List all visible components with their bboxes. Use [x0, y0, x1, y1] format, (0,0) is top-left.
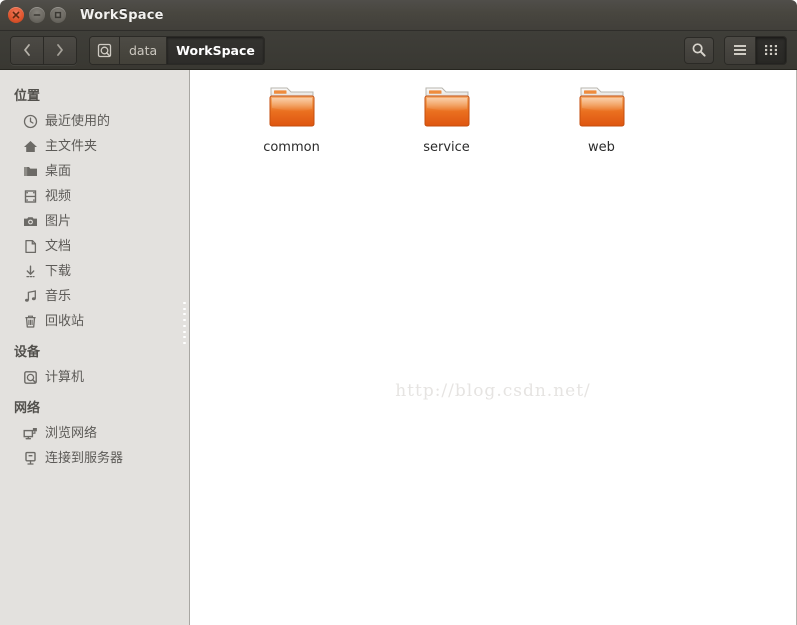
sidebar-item-label: 下载 [45, 264, 72, 279]
file-content-area[interactable]: common service web http://blog.csdn.net/ [190, 70, 797, 625]
sidebar-item-label: 图片 [45, 214, 72, 229]
trash-icon [22, 314, 38, 330]
breadcrumb-item-workspace[interactable]: WorkSpace [167, 36, 264, 64]
folder-icon [417, 82, 477, 134]
download-icon [22, 264, 38, 280]
sidebar-item-downloads[interactable]: 下载 [0, 259, 189, 284]
server-connect-icon [22, 451, 38, 467]
sidebar-item-home[interactable]: 主文件夹 [0, 134, 189, 159]
toolbar: data WorkSpace [0, 31, 797, 70]
music-icon [22, 289, 38, 305]
file-item-service[interactable]: service [369, 78, 524, 155]
sidebar-item-desktop[interactable]: 桌面 [0, 159, 189, 184]
document-icon [22, 239, 38, 255]
sidebar-section-devices-title: 设备 [14, 345, 41, 360]
sidebar-item-label: 最近使用的 [45, 114, 111, 129]
sidebar-item-label: 音乐 [45, 289, 72, 304]
view-mode-group [724, 35, 787, 65]
disk-icon [97, 43, 112, 57]
file-item-label: service [423, 140, 470, 155]
sidebar-item-computer[interactable]: 计算机 [0, 365, 189, 390]
sidebar-item-label: 回收站 [45, 314, 85, 329]
computer-icon [22, 370, 38, 386]
close-button[interactable] [8, 7, 24, 23]
sidebar-item-music[interactable]: 音乐 [0, 284, 189, 309]
breadcrumb-item-data[interactable]: data [120, 36, 168, 64]
folder-icon [262, 82, 322, 134]
window-controls [8, 7, 66, 23]
film-icon [22, 189, 38, 205]
sidebar-item-pictures[interactable]: 图片 [0, 209, 189, 234]
sidebar-item-connect-server[interactable]: 连接到服务器 [0, 446, 189, 471]
sidebar-item-videos[interactable]: 视频 [0, 184, 189, 209]
window-body: 位置 最近使用的 主文件夹 桌面 视频 图片 文档 下载 音乐 回收站 设备 计… [0, 70, 797, 625]
sidebar-item-label: 计算机 [45, 370, 85, 385]
navigation-buttons [10, 35, 77, 65]
grid-view-button[interactable] [756, 36, 786, 64]
file-item-label: common [263, 140, 320, 155]
file-item-label: web [588, 140, 615, 155]
icon-grid: common service web [190, 70, 796, 155]
sidebar-item-label: 桌面 [45, 164, 72, 179]
sidebar-item-documents[interactable]: 文档 [0, 234, 189, 259]
grid-view-icon [765, 45, 777, 55]
sidebar: 位置 最近使用的 主文件夹 桌面 视频 图片 文档 下载 音乐 回收站 设备 计… [0, 70, 189, 625]
sidebar-section-network-title: 网络 [14, 401, 41, 416]
minimize-button[interactable] [29, 7, 45, 23]
search-icon [692, 43, 706, 57]
camera-icon [22, 214, 38, 230]
network-browse-icon [22, 426, 38, 442]
sidebar-item-label: 文档 [45, 239, 72, 254]
sidebar-item-label: 连接到服务器 [45, 451, 124, 466]
list-view-icon [734, 45, 746, 55]
watermark-text: http://blog.csdn.net/ [395, 381, 591, 401]
file-manager-window: WorkSpace data WorkSpace 位置 最近使用的 主文件夹 桌… [0, 0, 797, 625]
sidebar-item-label: 视频 [45, 189, 72, 204]
search-button[interactable] [684, 36, 714, 64]
sidebar-item-recent[interactable]: 最近使用的 [0, 109, 189, 134]
forward-button[interactable] [44, 36, 76, 64]
home-icon [22, 139, 38, 155]
breadcrumb: data WorkSpace [89, 35, 265, 65]
clock-icon [22, 114, 38, 130]
folder-icon [22, 164, 38, 180]
sidebar-section-places-title: 位置 [14, 89, 41, 104]
title-bar: WorkSpace [0, 0, 797, 31]
window-title: WorkSpace [80, 7, 164, 23]
sidebar-item-label: 浏览网络 [45, 426, 98, 441]
sidebar-item-browse-network[interactable]: 浏览网络 [0, 421, 189, 446]
folder-icon [572, 82, 632, 134]
sidebar-item-trash[interactable]: 回收站 [0, 309, 189, 334]
breadcrumb-item-disk[interactable] [90, 36, 120, 64]
chevron-left-icon [24, 44, 30, 56]
maximize-button[interactable] [50, 7, 66, 23]
back-button[interactable] [11, 36, 44, 64]
file-item-common[interactable]: common [214, 78, 369, 155]
sidebar-item-label: 主文件夹 [45, 139, 98, 154]
file-item-web[interactable]: web [524, 78, 679, 155]
chevron-right-icon [57, 44, 63, 56]
list-view-button[interactable] [725, 36, 756, 64]
sidebar-resize-grip[interactable] [183, 302, 186, 344]
